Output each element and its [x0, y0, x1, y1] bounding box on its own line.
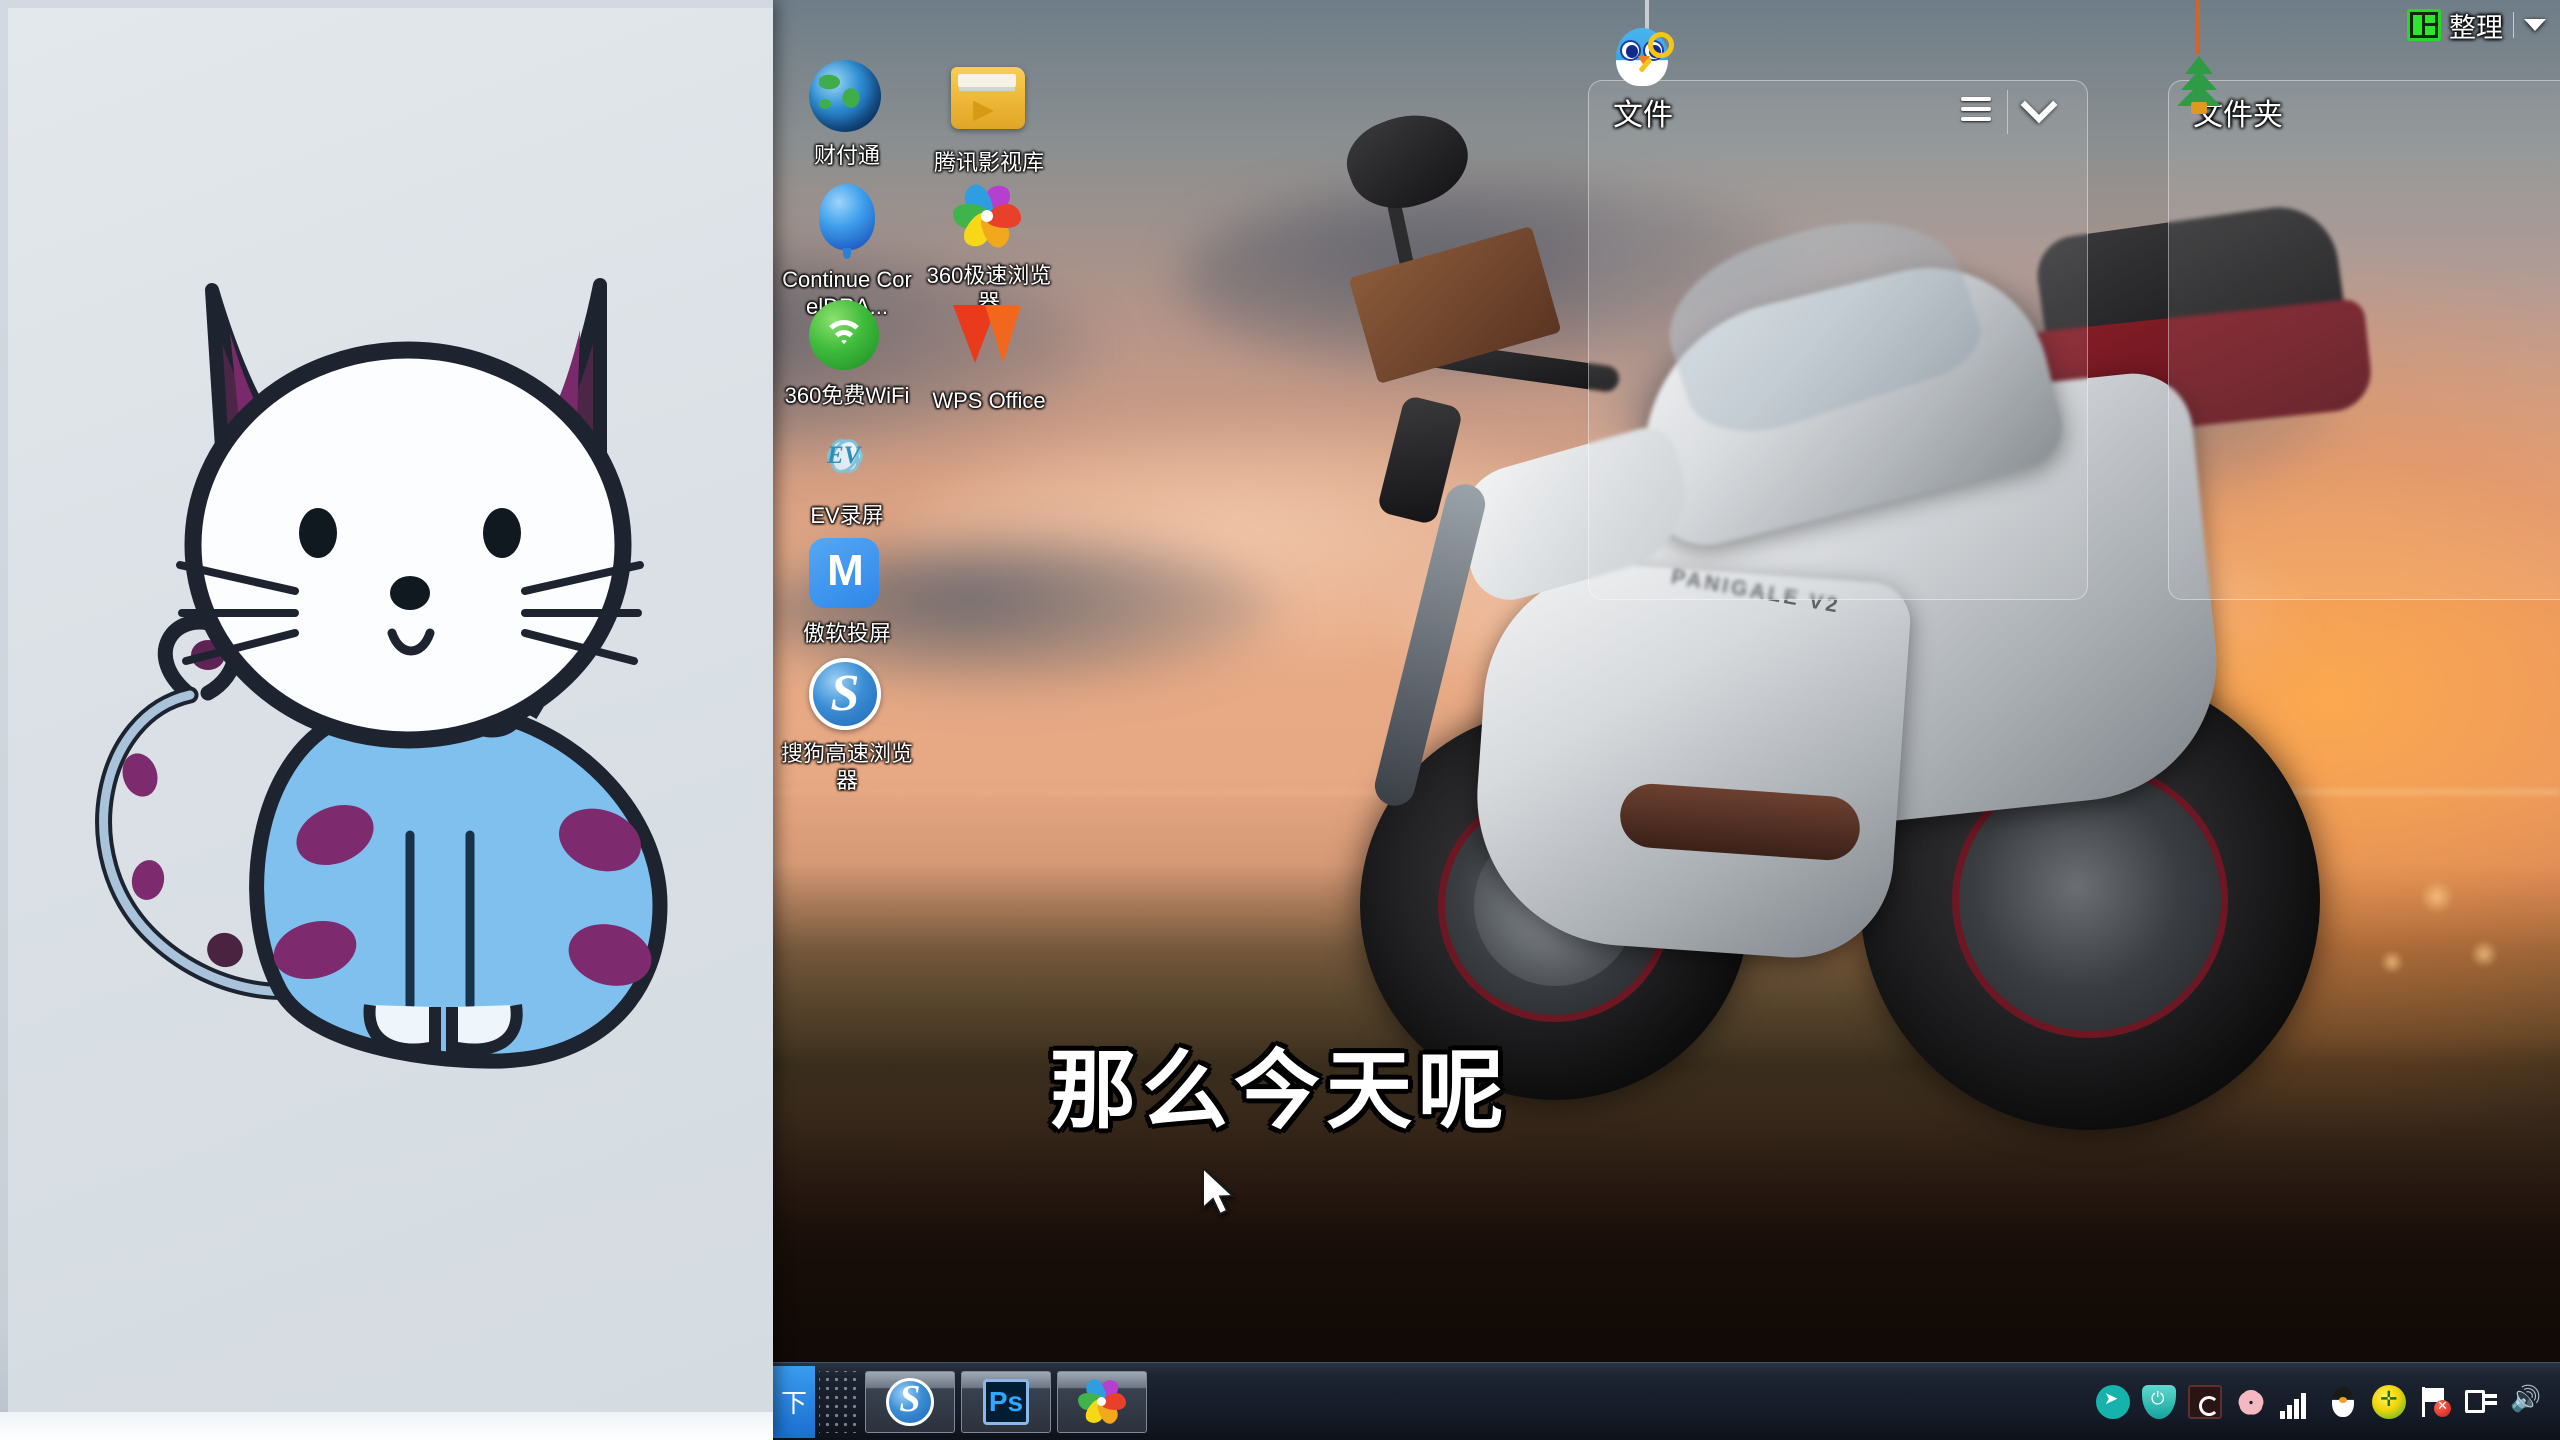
- desktop-icon-label: 360免费WiFi: [784, 383, 910, 408]
- chevron-down-icon[interactable]: [2524, 19, 2546, 31]
- yellow-plus-icon[interactable]: [2372, 1384, 2406, 1419]
- desktop-icon-label: 搜狗高速浏览器: [780, 741, 913, 793]
- desktop-icon-label: EV录屏: [810, 503, 884, 528]
- mouse-cursor: [1203, 1168, 1236, 1216]
- tidy-button[interactable]: 整理: [2407, 6, 2546, 44]
- organizer-panel-actions: [1945, 86, 2069, 134]
- desktop-icon-label: 腾讯影视库: [933, 150, 1044, 175]
- organizer-panel-header: 文件: [1589, 81, 2087, 143]
- taskbar: 下 Ps: [773, 1362, 2560, 1440]
- media-play-icon[interactable]: [2096, 1384, 2130, 1419]
- desktop-icon-sogou-browser[interactable]: 搜狗高速浏览器: [777, 658, 917, 794]
- usb-eject-icon[interactable]: [2464, 1385, 2498, 1419]
- system-tray: [2084, 1363, 2560, 1440]
- balloon-icon: [809, 184, 885, 260]
- taskbar-item-360-browser[interactable]: [1057, 1370, 1147, 1433]
- grid-tidy-icon: [2407, 9, 2441, 41]
- desktop-icon-label: 傲软投屏: [802, 621, 891, 646]
- desktop-icon-ev-recorder[interactable]: EV EV录屏: [777, 420, 917, 529]
- flower-icon[interactable]: [2234, 1385, 2268, 1419]
- start-button-label: 下: [780, 1388, 807, 1418]
- organizer-panel-folders[interactable]: 文件夹: [2168, 80, 2560, 600]
- tree-icon: [2172, 52, 2226, 114]
- desktop-icon-wps-office[interactable]: WPS Office: [919, 300, 1059, 414]
- desktop-icon-360-browser[interactable]: 360极速浏览器: [919, 180, 1059, 316]
- owl-icon: [1612, 22, 1678, 86]
- folder-media-icon: [951, 67, 1027, 143]
- qq-penguin-icon[interactable]: [2326, 1385, 2360, 1419]
- lower-fairing: [1467, 555, 1913, 965]
- desktop-icon-label: WPS Office: [932, 388, 1046, 413]
- wps-icon: [951, 305, 1027, 381]
- volume-icon[interactable]: [2510, 1385, 2544, 1419]
- network-flag-error-icon[interactable]: [2418, 1385, 2452, 1419]
- cast-icon: [809, 538, 885, 614]
- list-view-icon[interactable]: [1945, 90, 2007, 134]
- desktop-icon-apowersoft-cast[interactable]: 傲软投屏: [777, 538, 917, 647]
- photoshop-icon-label: Ps: [988, 1385, 1024, 1417]
- globe-icon: [809, 60, 885, 136]
- tidy-button-label: 整理: [2449, 12, 2503, 43]
- ev-recorder-icon: EV: [809, 420, 885, 496]
- paper-bottom-edge: [0, 1412, 773, 1440]
- desktop-icon-caifutong[interactable]: 财付通: [777, 60, 917, 169]
- sogou-icon: [886, 1377, 934, 1426]
- screen-root: PANIGALE V2 财付通 腾讯影视库: [0, 0, 2560, 1440]
- desktop-icon-coreldraw[interactable]: Continue CorelDRA...: [777, 180, 917, 320]
- divider: [2513, 12, 2514, 38]
- signal-bars-icon[interactable]: [2280, 1385, 2314, 1419]
- tree-hanger-string: [2196, 0, 2200, 54]
- desktop-icon-label: 财付通: [813, 143, 880, 168]
- organizer-panel-header: 文件夹: [2169, 81, 2560, 143]
- screen-capture-icon[interactable]: [2188, 1384, 2222, 1419]
- start-button[interactable]: 下: [773, 1365, 815, 1438]
- wifi-icon: [809, 300, 885, 376]
- taskbar-drag-handle[interactable]: [819, 1370, 859, 1433]
- organizer-panel-title: 文件: [1613, 99, 1673, 132]
- left-video-panel: [0, 0, 773, 1440]
- chevron-down-icon[interactable]: [2007, 86, 2069, 134]
- pinwheel-icon: [951, 180, 1027, 256]
- taskbar-item-photoshop[interactable]: Ps: [961, 1370, 1051, 1433]
- pinwheel-icon: [1077, 1376, 1127, 1427]
- taskbar-item-sogou[interactable]: [865, 1370, 955, 1433]
- desktop-icon-360-wifi[interactable]: 360免费WiFi: [777, 300, 917, 409]
- cat-drawing: [95, 278, 668, 1069]
- security-shield-icon[interactable]: [2142, 1384, 2176, 1419]
- desktop-icon-tencent-video[interactable]: 腾讯影视库: [919, 60, 1059, 176]
- sogou-icon: [809, 658, 885, 734]
- photoshop-icon: Ps: [983, 1378, 1029, 1425]
- organizer-panel-files[interactable]: 文件: [1588, 80, 2088, 600]
